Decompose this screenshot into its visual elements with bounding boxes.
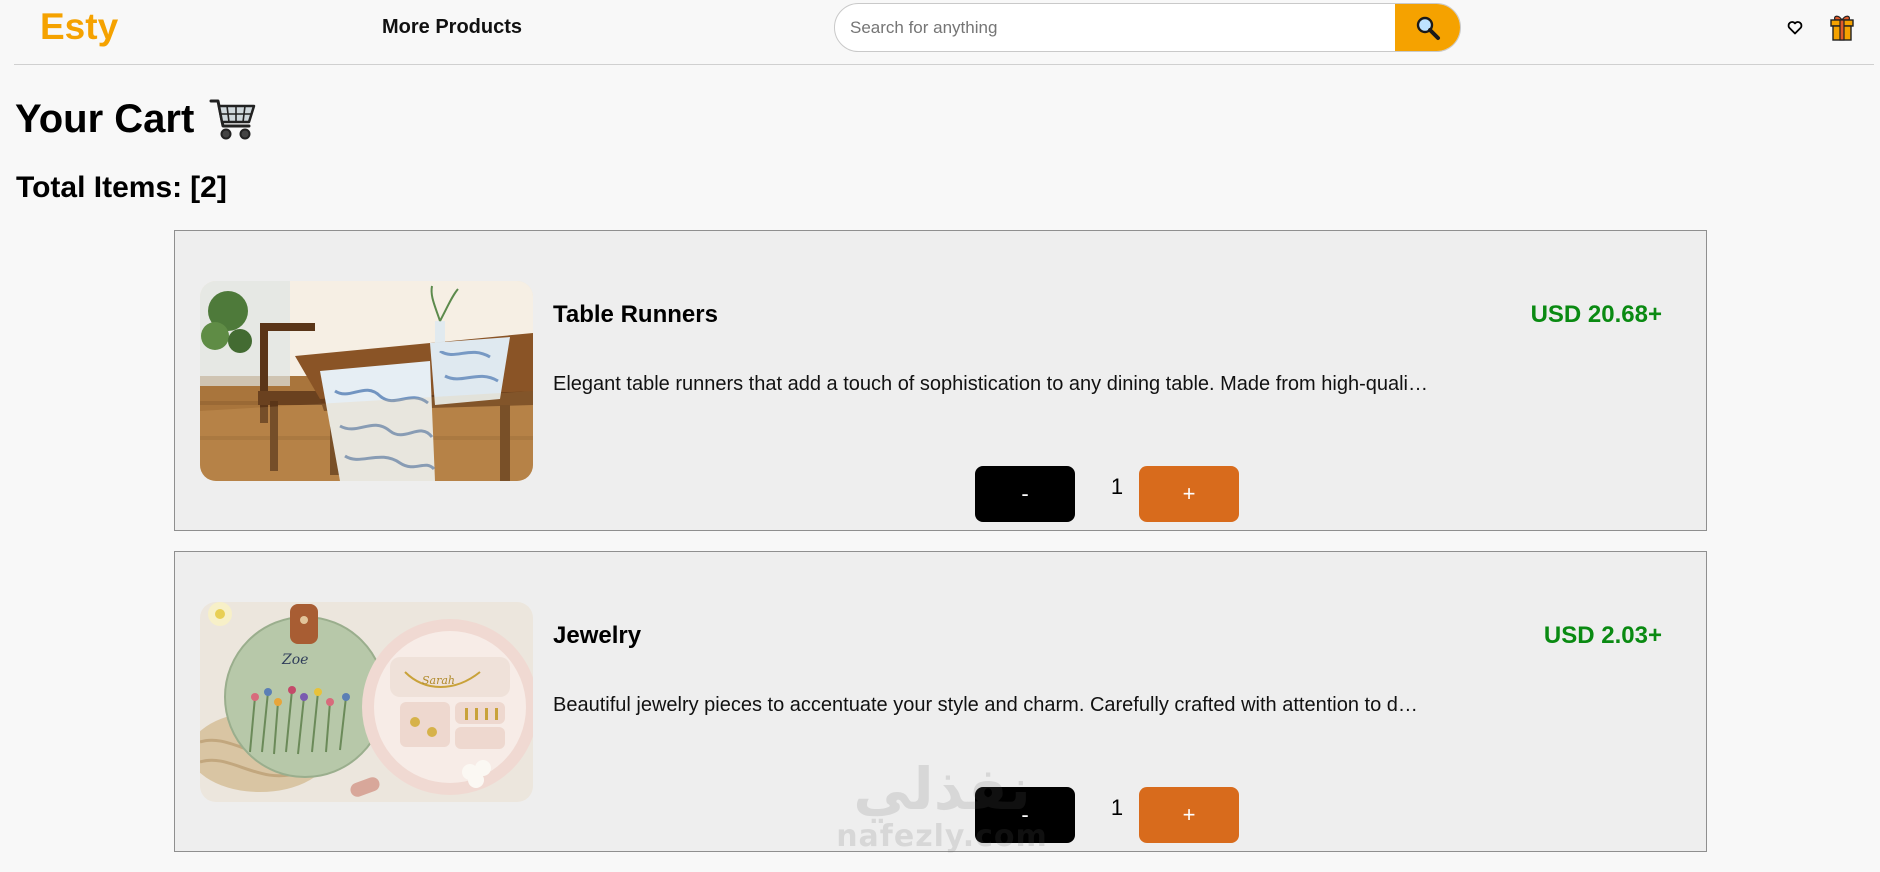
product-image: Zoe Sarah <box>200 602 533 802</box>
decrease-quantity-button[interactable]: - <box>975 466 1075 522</box>
top-navigation-bar: Esty More Products <box>14 0 1874 65</box>
quantity-value: 1 <box>1110 795 1124 820</box>
increase-quantity-button[interactable]: + <box>1139 466 1239 522</box>
product-name[interactable]: Table Runners <box>553 301 718 329</box>
heart-icon[interactable] <box>1785 17 1805 37</box>
product-image <box>200 281 533 481</box>
cart-item: Zoe Sarah Jewelry USD 2.03+ Beautiful je… <box>174 551 1707 852</box>
search-input[interactable] <box>835 4 1395 51</box>
svg-text:Zoe: Zoe <box>281 652 308 668</box>
search-button[interactable] <box>1395 4 1460 51</box>
search-bar <box>834 3 1461 52</box>
product-price: USD 20.68+ <box>1530 301 1662 328</box>
increase-quantity-button[interactable]: + <box>1139 787 1239 843</box>
quantity-value: 1 <box>1110 474 1124 499</box>
product-name[interactable]: Jewelry <box>553 622 641 650</box>
product-price: USD 2.03+ <box>1543 622 1662 649</box>
svg-text:Sarah: Sarah <box>422 674 455 687</box>
logo[interactable]: Esty <box>40 6 118 48</box>
gift-icon[interactable] <box>1829 13 1855 41</box>
magnifier-icon <box>1416 16 1440 40</box>
total-items: Total Items: [2] <box>16 171 227 205</box>
cart-item: Table Runners USD 20.68+ Elegant table r… <box>174 230 1707 531</box>
product-description: Beautiful jewelry pieces to accentuate y… <box>553 694 1418 716</box>
decrease-quantity-button[interactable]: - <box>975 787 1075 843</box>
shopping-cart-icon <box>209 99 256 140</box>
product-description: Elegant table runners that add a touch o… <box>553 373 1428 395</box>
page-heading: Your Cart <box>15 96 195 141</box>
total-items-label: Total Items: <box>16 171 183 204</box>
page-title: Your Cart <box>15 96 258 142</box>
more-products-link[interactable]: More Products <box>382 16 522 39</box>
total-items-count: [2] <box>190 171 227 204</box>
